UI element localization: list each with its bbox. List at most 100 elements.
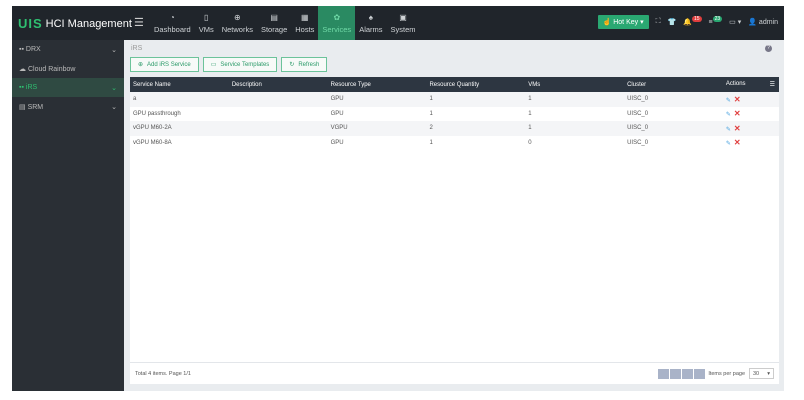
table-cell: 2 [426, 121, 526, 136]
sidebar-item-irs[interactable]: ▪▪ iRS ⌄ [12, 78, 124, 97]
nav-label: Services [322, 24, 352, 34]
cloud-icon: ☁ [19, 65, 26, 73]
nav-alarms[interactable]: ♠ Alarms [355, 6, 386, 40]
main-content: iRS ? ⊕ Add iRS Service ▭ Service Template… [124, 40, 784, 391]
column-label: Resource Quantity [429, 81, 480, 88]
table-cell: 1 [426, 92, 526, 107]
table-cell [229, 136, 328, 151]
sidebar: ▪▪ DRX ⌄ ☁ Cloud Rainbow ▪▪ iRS ⌄ ▤ SRM ⌄ [12, 40, 124, 391]
delete-icon[interactable]: ✕ [734, 95, 741, 104]
table-row[interactable]: GPU passthrough GPU 1 1 UISC_0 ✎ ✕ [130, 107, 779, 122]
prev-page-button[interactable] [670, 368, 682, 379]
table-row[interactable]: vGPU M60-8A GPU 1 0 UISC_0 ✎ ✕ [130, 136, 779, 151]
edit-icon[interactable]: ✎ [726, 127, 731, 133]
column-header: Service Name [130, 77, 229, 92]
nav-storage[interactable]: ▤ Storage [257, 6, 291, 40]
table-cell: vGPU M60-2A [130, 121, 229, 136]
delete-icon[interactable]: ✕ [734, 124, 741, 133]
table-cell: GPU passthrough [133, 110, 181, 117]
hot-key-button[interactable]: ☝ Hot Key ▾ [597, 15, 649, 29]
alarm-count-badge: 15 [691, 16, 702, 22]
plus-circle-icon: ⊕ [138, 62, 144, 68]
sidebar-item-drx[interactable]: ▪▪ DRX ⌄ [12, 40, 124, 59]
delete-icon[interactable]: ✕ [734, 109, 741, 118]
shirt-icon[interactable]: 👕 [668, 18, 677, 26]
srm-icon: ▤ [19, 103, 26, 111]
tasks-icon[interactable]: ≡ 23 [709, 15, 723, 26]
button-label: Service Templates [220, 61, 270, 68]
drx-icon: ▪▪ [19, 46, 24, 53]
table-cell [228, 92, 328, 107]
screen-dropdown-icon[interactable]: ▭ ▾ [729, 18, 741, 26]
refresh-icon: ↻ [289, 62, 295, 68]
task-count-badge: 23 [712, 15, 723, 22]
user-menu[interactable]: 👤 admin [748, 18, 778, 26]
table-row[interactable]: vGPU M60-2A VGPU 2 1 UISC_0 ✎ ✕ [130, 121, 779, 136]
sidebar-label: Cloud Rainbow [27, 65, 76, 73]
top-bar: UIS HCI Management ☰ ◔ Dashboard ▯ VMs ⊕ Netwo… [12, 6, 784, 40]
edit-icon[interactable]: ✎ [726, 98, 731, 104]
pagination-summary: Total 4 items. Page 1/1 [135, 370, 191, 377]
column-settings-icon[interactable]: ☰ [770, 81, 775, 88]
nav-hosts[interactable]: ▦ Hosts [291, 6, 318, 40]
column-header: Cluster [624, 77, 723, 92]
dropdown-arrow-icon: ▾ [767, 370, 770, 377]
alarms-icon: ♠ [368, 12, 373, 22]
nav-label: System [390, 24, 416, 34]
table-cell: a [130, 92, 229, 107]
table-cell: UISC_0 [624, 121, 723, 136]
hamburger-menu-icon[interactable]: ☰ [134, 16, 144, 29]
column-label: Actions [725, 81, 746, 87]
nav-system[interactable]: ▣ System [387, 6, 420, 40]
actions-cell: ✎ ✕ [722, 92, 779, 107]
alarm-bell-icon[interactable]: 🔔 15 [683, 16, 702, 26]
column-label: Resource Type [330, 81, 371, 88]
nav-services[interactable]: ✿ Services [318, 6, 356, 40]
logo-mark: UIS [18, 16, 43, 31]
first-page-button[interactable] [658, 368, 670, 379]
table-cell: UISC_0 [627, 139, 649, 146]
template-icon: ▭ [210, 62, 217, 68]
main-nav: ◔ Dashboard ▯ VMs ⊕ Networks ▤ Storage ▦ Hosts ✿ Se… [150, 6, 420, 40]
hot-key-label: Hot Key [613, 19, 639, 26]
nav-label: VMs [198, 24, 214, 34]
column-label: Description [231, 81, 262, 88]
dashboard-icon: ◔ [169, 12, 175, 22]
column-label: Cluster [627, 81, 647, 88]
username: admin [758, 19, 778, 26]
table-cell: 1 [525, 121, 625, 136]
nav-networks[interactable]: ⊕ Networks [218, 6, 257, 40]
sidebar-item-cloud-rainbow[interactable]: ☁ Cloud Rainbow [12, 59, 124, 78]
service-templates-button[interactable]: ▭ Service Templates [202, 57, 278, 72]
nav-dashboard[interactable]: ◔ Dashboard [150, 6, 195, 40]
storage-icon: ▤ [270, 12, 278, 22]
chevron-down-icon: ⌄ [111, 46, 117, 54]
refresh-button[interactable]: ↻ Refresh [281, 57, 328, 72]
items-per-page-select[interactable]: 30 ▾ [749, 368, 774, 379]
next-page-button[interactable] [682, 368, 694, 379]
add-irs-service-button[interactable]: ⊕ Add iRS Service [130, 57, 199, 72]
nav-vms[interactable]: ▯ VMs [195, 6, 218, 40]
help-icon[interactable]: ? [765, 45, 772, 52]
column-header: Actions ☰ [722, 77, 779, 92]
table-row[interactable]: a GPU 1 1 UISC_0 ✎ ✕ [130, 92, 779, 107]
table-cell: 1 [525, 92, 625, 107]
chevron-down-icon: ⌄ [111, 84, 117, 92]
services-panel: Service Name Description Resource Type Reso… [130, 77, 779, 384]
table-cell: UISC_0 [627, 110, 649, 117]
sidebar-item-srm[interactable]: ▤ SRM ⌄ [12, 97, 124, 116]
fullscreen-icon[interactable]: ⛶ [656, 18, 661, 26]
sidebar-label: DRX [25, 46, 41, 53]
vms-icon: ▯ [204, 12, 209, 22]
last-page-button[interactable] [694, 368, 706, 379]
edit-icon[interactable]: ✎ [726, 112, 731, 118]
actions-cell: ✎ ✕ [723, 136, 779, 151]
nav-label: Storage [260, 24, 288, 34]
delete-icon[interactable]: ✕ [734, 138, 741, 147]
nav-label: Networks [221, 24, 253, 34]
edit-icon[interactable]: ✎ [726, 141, 731, 147]
table-cell: GPU [330, 139, 344, 146]
services-table: Service Name Description Resource Type Reso… [130, 77, 779, 150]
app-window: UIS HCI Management ☰ ◔ Dashboard ▯ VMs ⊕ Netwo… [12, 6, 784, 391]
table-cell: UISC_0 [624, 92, 723, 107]
